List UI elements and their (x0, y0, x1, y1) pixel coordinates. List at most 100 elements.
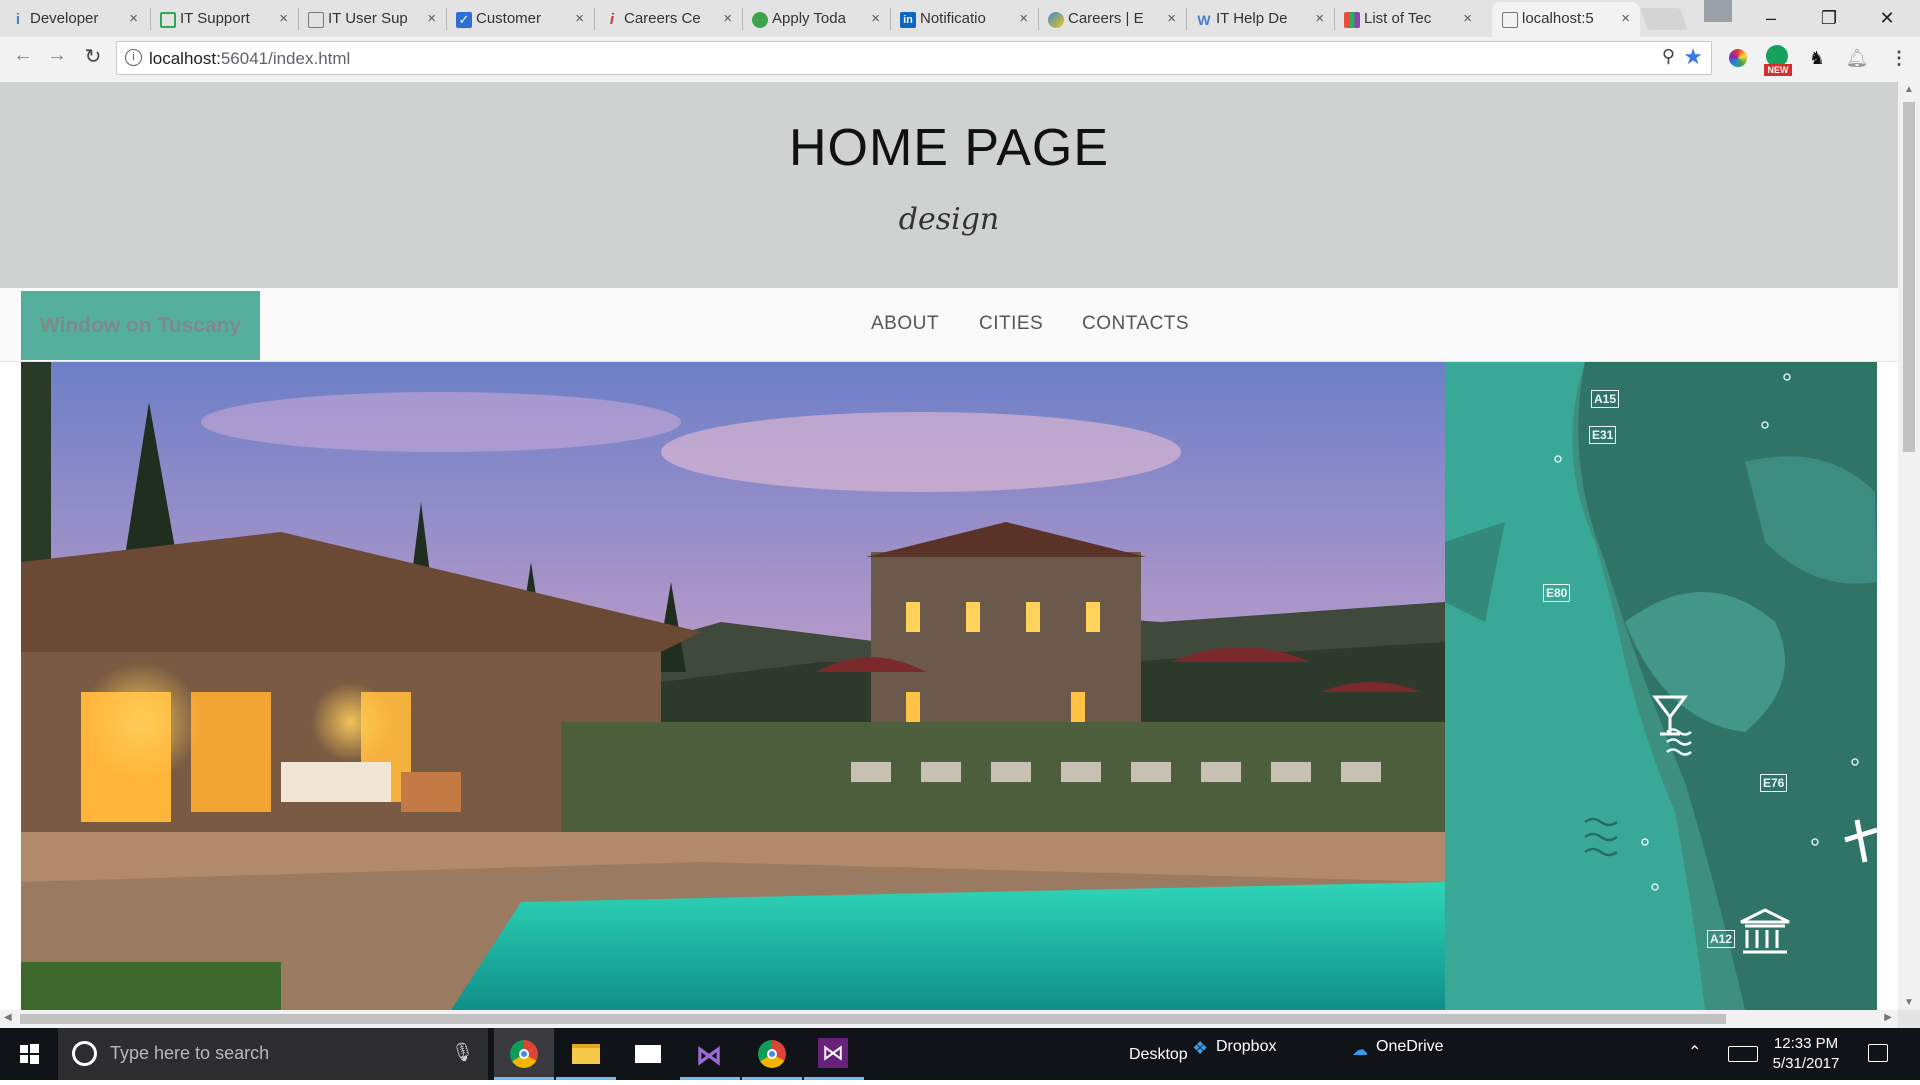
close-tab-icon[interactable]: × (1463, 2, 1472, 35)
tab-title: localhost:5 (1522, 10, 1594, 27)
zoom-icon[interactable]: ⚲ (1662, 46, 1675, 67)
url-text: localhost:56041/index.html (149, 49, 350, 69)
site-navbar: Window on Tuscany ABOUT CITIES CONTACTS (0, 288, 1898, 362)
browser-tab[interactable]: ✓ Customer × (446, 2, 594, 37)
browser-tab[interactable]: IT Support × (150, 2, 298, 37)
road-label-e76: E76 (1760, 774, 1788, 792)
tab-title: IT Help De (1216, 10, 1288, 27)
road-label-e31: E31 (1589, 426, 1617, 444)
visual-studio-taskbar-app-2[interactable]: ⋈ (804, 1028, 864, 1080)
keyboard-icon[interactable] (1728, 1046, 1758, 1062)
windows-logo-icon (20, 1044, 39, 1064)
bars-icon (1344, 12, 1360, 28)
onedrive-icon: ☁ (1352, 1042, 1368, 1059)
browser-tab[interactable]: Careers | E × (1038, 2, 1186, 37)
browser-tab[interactable]: W IT Help De × (1186, 2, 1334, 37)
tab-title: Customer (476, 10, 542, 27)
horizontal-scroll-thumb[interactable] (20, 1014, 1726, 1024)
map-panel: A15 E31 E80 E76 A12 (1445, 362, 1877, 1010)
address-bar[interactable]: i localhost:56041/index.html ⚲ ★ (116, 41, 1712, 75)
bookmark-star-icon[interactable]: ★ (1683, 44, 1703, 70)
page-tagline: design (898, 202, 1000, 237)
close-tab-icon[interactable]: × (279, 2, 288, 35)
desktop-toolbar-label[interactable]: Desktop (1129, 1046, 1188, 1064)
profile-icon[interactable] (1704, 0, 1732, 22)
tab-title: Apply Toda (772, 10, 846, 27)
scroll-left-icon[interactable]: ◀ (4, 1012, 12, 1023)
search-placeholder: Type here to search (110, 1043, 270, 1063)
mail-icon (635, 1045, 661, 1063)
page-icon (1502, 12, 1518, 28)
file-explorer-taskbar-app[interactable] (556, 1028, 616, 1080)
close-tab-icon[interactable]: × (1621, 2, 1630, 35)
close-tab-icon[interactable]: × (1315, 2, 1324, 35)
tab-title: List of Tec (1364, 10, 1432, 27)
start-button[interactable] (0, 1028, 58, 1080)
nav-link-contacts[interactable]: CONTACTS (1082, 313, 1189, 335)
forward-icon[interactable]: → (44, 44, 70, 67)
scroll-up-icon[interactable]: ▲ (1898, 84, 1920, 95)
scrollbar-corner (1898, 1010, 1920, 1028)
close-tab-icon[interactable]: × (1167, 2, 1176, 35)
menu-dots-icon[interactable]: ⋮ (1886, 45, 1912, 71)
info-icon[interactable]: i (125, 49, 142, 66)
reload-icon[interactable]: ↻ (80, 44, 106, 69)
back-icon[interactable]: ← (10, 44, 36, 67)
onedrive-label[interactable]: OneDrive (1376, 1038, 1444, 1056)
nav-link-about[interactable]: ABOUT (871, 313, 939, 335)
action-center-icon[interactable] (1868, 1044, 1888, 1062)
bell-icon[interactable]: 🔔︎ (1844, 45, 1870, 71)
microphone-icon[interactable]: 🎙︎ (451, 1042, 474, 1063)
taskbar-clock[interactable]: 12:33 PM 5/31/2017 (1760, 1034, 1852, 1074)
minimize-button[interactable]: – (1748, 0, 1794, 36)
page-icon (308, 12, 324, 28)
browser-tab[interactable]: List of Tec × (1334, 2, 1482, 37)
browser-tab[interactable]: i Careers Ce × (594, 2, 742, 37)
tab-title: Careers | E (1068, 10, 1144, 27)
horizontal-scrollbar[interactable]: ◀ ▶ (0, 1010, 1898, 1028)
dropbox-icon: ❖ (1192, 1038, 1209, 1058)
visual-studio-icon: ⋈ (818, 1038, 848, 1068)
close-tab-icon[interactable]: × (575, 2, 584, 35)
horse-extension-icon[interactable]: ♞ (1804, 45, 1830, 71)
w-icon: W (1197, 12, 1211, 28)
browser-tab-active[interactable]: localhost:5 × (1492, 2, 1640, 37)
chrome-taskbar-app[interactable] (494, 1028, 554, 1080)
show-hidden-icons-chevron[interactable]: ⌃ (1688, 1042, 1701, 1062)
taskbar-search[interactable]: Type here to search 🎙︎ (58, 1028, 488, 1080)
new-tab-button[interactable] (1639, 8, 1689, 30)
browser-tab[interactable]: IT User Sup × (298, 2, 446, 37)
tab-title: Developer (30, 10, 99, 27)
tab-strip: i Developer × IT Support × IT User Sup ×… (0, 0, 1920, 37)
close-tab-icon[interactable]: × (427, 2, 436, 35)
scroll-down-icon[interactable]: ▼ (1898, 997, 1920, 1008)
close-tab-icon[interactable]: × (129, 2, 138, 35)
scroll-right-icon[interactable]: ▶ (1884, 1012, 1892, 1023)
windows-taskbar: Type here to search 🎙︎ ⋈ ⋈ Desktop ❖ Dro… (0, 1028, 1920, 1080)
tab-title: IT Support (180, 10, 250, 27)
browser-tab[interactable]: in Notificatio × (890, 2, 1038, 37)
brand-logo[interactable]: Window on Tuscany (21, 291, 260, 360)
dropbox-label[interactable]: Dropbox (1216, 1038, 1276, 1056)
close-tab-icon[interactable]: × (1019, 2, 1028, 35)
restore-button[interactable]: ❐ (1806, 0, 1852, 36)
color-wheel-icon[interactable] (1725, 45, 1751, 71)
i-icon: i (609, 11, 615, 28)
folder-icon (572, 1044, 600, 1064)
road-label-a12: A12 (1707, 930, 1736, 948)
visual-studio-taskbar-app[interactable]: ⋈ (680, 1028, 740, 1080)
chrome-icon-center (519, 1049, 529, 1059)
close-tab-icon[interactable]: × (723, 2, 732, 35)
tuscan-villa-photo (21, 362, 1445, 1010)
nav-link-cities[interactable]: CITIES (979, 313, 1043, 335)
close-tab-icon[interactable]: × (871, 2, 880, 35)
browser-tab[interactable]: Apply Toda × (742, 2, 890, 37)
hero-image (21, 362, 1445, 1010)
clock-date: 5/31/2017 (1772, 1055, 1840, 1072)
browser-tab[interactable]: i Developer × (0, 2, 148, 37)
vertical-scroll-thumb[interactable] (1903, 102, 1915, 452)
chrome-taskbar-app-2[interactable] (742, 1028, 802, 1080)
vertical-scrollbar[interactable]: ▲ ▼ (1898, 82, 1920, 1010)
close-window-button[interactable]: ✕ (1864, 0, 1910, 36)
mail-taskbar-app[interactable] (618, 1028, 678, 1080)
